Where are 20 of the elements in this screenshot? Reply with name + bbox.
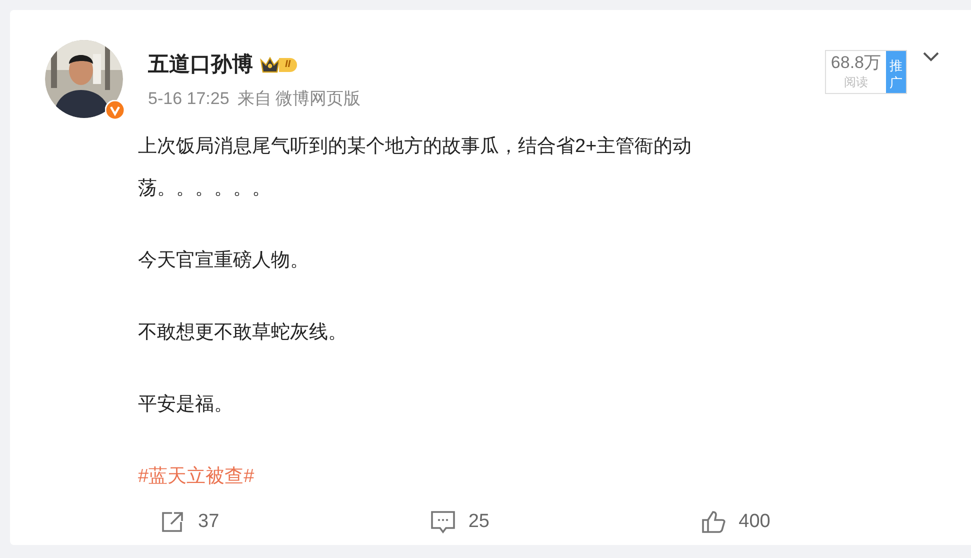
view-count: 68.8万 [830,52,881,74]
post-text: 今天官宣重磅人物。 [138,249,310,273]
post-text: 平安是福。 [138,393,234,417]
post-text: 不敢想更不敢草蛇灰线。 [138,321,348,345]
post-time[interactable]: 5-16 17:25 [148,88,230,110]
share-icon [160,510,186,534]
hashtag-link[interactable]: #蓝天立被查# [138,456,254,498]
post-text: 上次饭局消息尾气听到的某个地方的故事瓜，结合省2+主管衙的动荡。。。。。。 [138,135,693,201]
crown-icon [259,56,281,74]
chevron-down-icon[interactable] [921,50,941,64]
comment-icon [430,510,456,534]
view-label: 阅读 [844,75,868,89]
thumbs-up-icon [700,510,727,534]
level-number: II [279,58,297,72]
repost-button[interactable]: 37 [160,508,430,536]
source-label: 来自 [237,88,272,110]
like-button[interactable]: 400 [700,508,971,536]
source-link[interactable]: 微博网页版 [275,88,360,110]
comment-button[interactable]: 25 [430,508,701,536]
author-name[interactable]: 五道口孙博 [148,52,253,78]
